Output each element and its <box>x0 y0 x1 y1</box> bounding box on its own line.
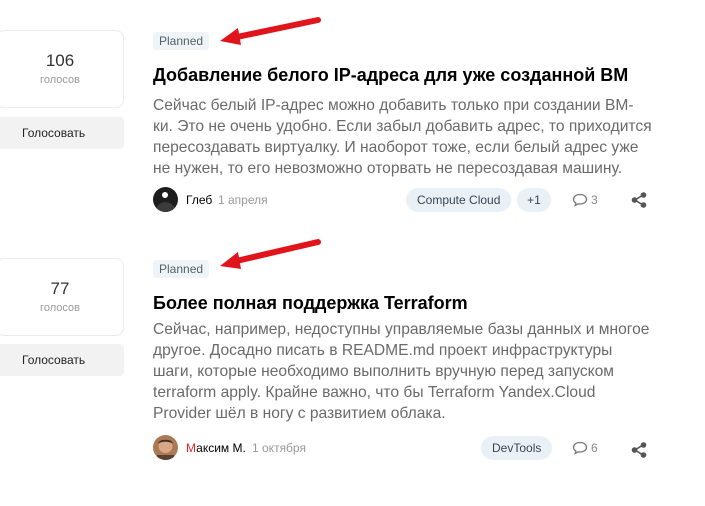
vote-counter: 77 голосов <box>0 258 124 336</box>
status-badge: Planned <box>153 260 210 278</box>
description-line: другое. Досадно писать в README.md проек… <box>153 342 613 359</box>
description-line: Сейчас, например, недоступны управляемые… <box>153 321 650 338</box>
share-icon[interactable] <box>631 442 647 458</box>
post-description: Сейчас, например, недоступны управляемые… <box>153 319 653 424</box>
avatar[interactable] <box>153 187 178 212</box>
comments-number: 3 <box>591 193 598 207</box>
status-badge: Planned <box>153 32 210 50</box>
red-arrow-annotation <box>220 17 321 45</box>
author-name-first-letter: М <box>186 441 197 455</box>
vote-count-label: голосов <box>40 302 80 314</box>
description-line: пересоздавать виртуалку. И наоборот тоже… <box>153 139 639 156</box>
description-line: Сейчас белый IP-адрес можно добавить тол… <box>153 97 634 114</box>
author-name[interactable]: Глеб <box>186 193 212 207</box>
vote-button[interactable]: Голосовать <box>0 344 124 376</box>
description-line: terraform apply. Крайне важно, что бы Te… <box>153 384 596 401</box>
description-line: шаги, которые необходимо выполнить вручн… <box>153 363 615 380</box>
vote-counter: 106 голосов <box>0 30 124 108</box>
post-title[interactable]: Более полная поддержка Terraform <box>153 293 468 314</box>
comment-icon <box>572 441 588 455</box>
author-name[interactable]: Максим М. <box>186 441 246 455</box>
avatar[interactable] <box>153 435 178 460</box>
vote-count: 106 <box>45 51 75 70</box>
comments-count[interactable]: 3 <box>572 193 598 207</box>
category-tag[interactable]: DevTools <box>481 436 553 460</box>
post-date: 1 апреля <box>218 193 268 207</box>
post-date: 1 октября <box>252 441 306 455</box>
post-description: Сейчас белый IP-адрес можно добавить тол… <box>153 95 653 179</box>
comments-number: 6 <box>591 441 598 455</box>
dark-avatar-icon <box>153 187 178 212</box>
description-line: ки. Это не очень удобно. Если забыл доба… <box>153 118 652 135</box>
vote-count: 77 <box>50 279 70 298</box>
more-tags-button[interactable]: +1 <box>517 188 551 212</box>
comments-count[interactable]: 6 <box>572 441 598 455</box>
description-line: Provider шёл в ногу с развитием облака. <box>153 405 446 422</box>
share-icon[interactable] <box>631 192 647 208</box>
vote-count-label: голосов <box>40 74 80 86</box>
red-arrow-annotation <box>220 239 321 269</box>
photo-avatar-icon <box>153 435 178 460</box>
vote-button[interactable]: Голосовать <box>0 117 124 149</box>
category-tag[interactable]: Compute Cloud <box>406 188 512 212</box>
comment-icon <box>572 193 588 207</box>
post-title[interactable]: Добавление белого IP-адреса для уже созд… <box>153 65 628 86</box>
description-line: не нужен, то его невозможно оторвать не … <box>153 160 623 177</box>
author-name-rest: аксим М. <box>196 441 246 455</box>
